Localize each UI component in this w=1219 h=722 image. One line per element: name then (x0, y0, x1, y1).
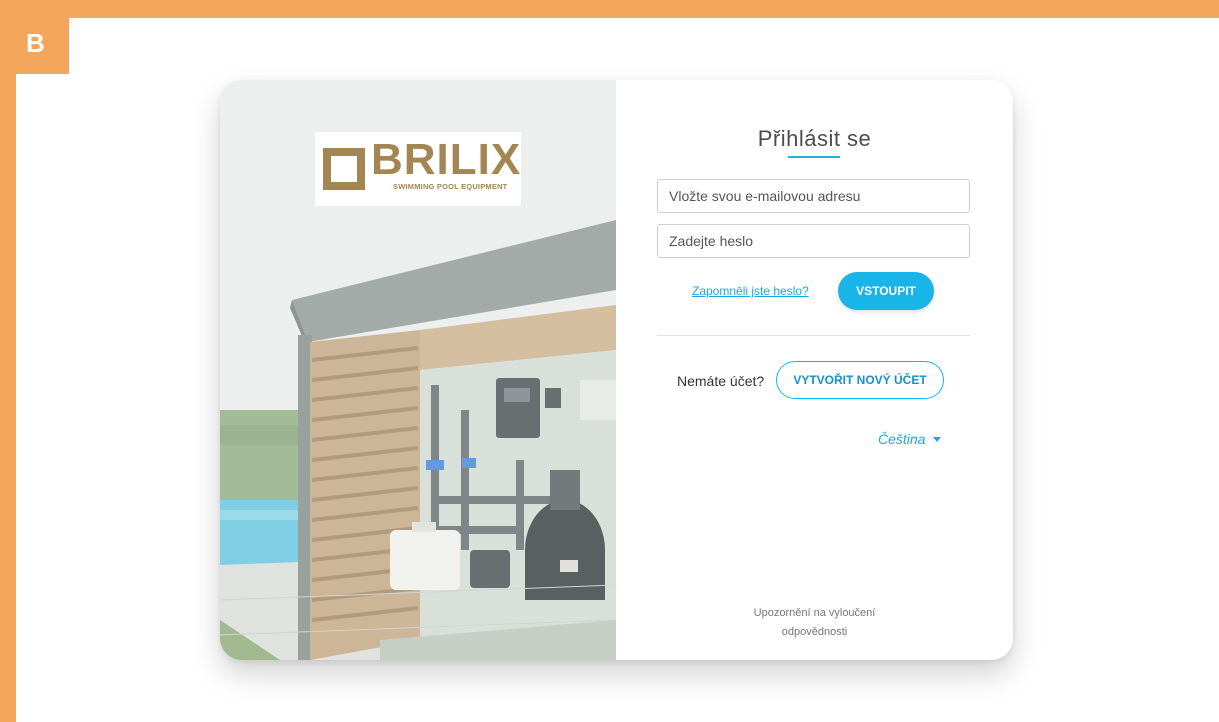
login-title: Přihlásit se (757, 126, 872, 151)
logo-tagline: SWIMMING POOL EQUIPMENT (393, 182, 508, 191)
email-field[interactable]: Vložte svou e-mailovou adresu (657, 179, 970, 213)
brilix-logo: BRILIX SWIMMING POOL EQUIPMENT (315, 132, 521, 206)
create-account-button[interactable]: VYTVOŘIT NOVÝ ÚČET (776, 361, 944, 399)
title-underline (788, 156, 840, 158)
logo-wordmark: BRILIX (371, 135, 522, 184)
login-form-panel: Přihlásit se Vložte svou e-mailovou adre… (616, 80, 1013, 660)
logo-square-mark (323, 148, 365, 190)
password-field[interactable]: Zadejte heslo (657, 224, 970, 258)
language-label: Čeština (878, 431, 926, 447)
equipment-photo: BRILIX SWIMMING POOL EQUIPMENT (220, 80, 616, 660)
login-button[interactable]: VSTOUPIT (838, 272, 934, 310)
caret-down-icon (933, 436, 942, 442)
disclaimer-line-1: Upozornění na vyloučení (753, 607, 876, 619)
orange-frame-top (0, 0, 1219, 18)
forgot-password-link[interactable]: Zapomněli jste heslo? (692, 284, 809, 298)
no-account-label: Nemáte účet? (677, 373, 765, 389)
language-selector[interactable]: Čeština (878, 431, 942, 447)
login-card: BRILIX SWIMMING POOL EQUIPMENT Přihlásit… (220, 80, 1013, 660)
orange-frame-left (0, 0, 16, 722)
section-divider (657, 335, 970, 336)
disclaimer-link[interactable]: Upozornění na vyloučení odpovědnosti (616, 604, 1013, 642)
panel-badge: B (16, 18, 69, 74)
disclaimer-line-2: odpovědnosti (781, 626, 848, 638)
